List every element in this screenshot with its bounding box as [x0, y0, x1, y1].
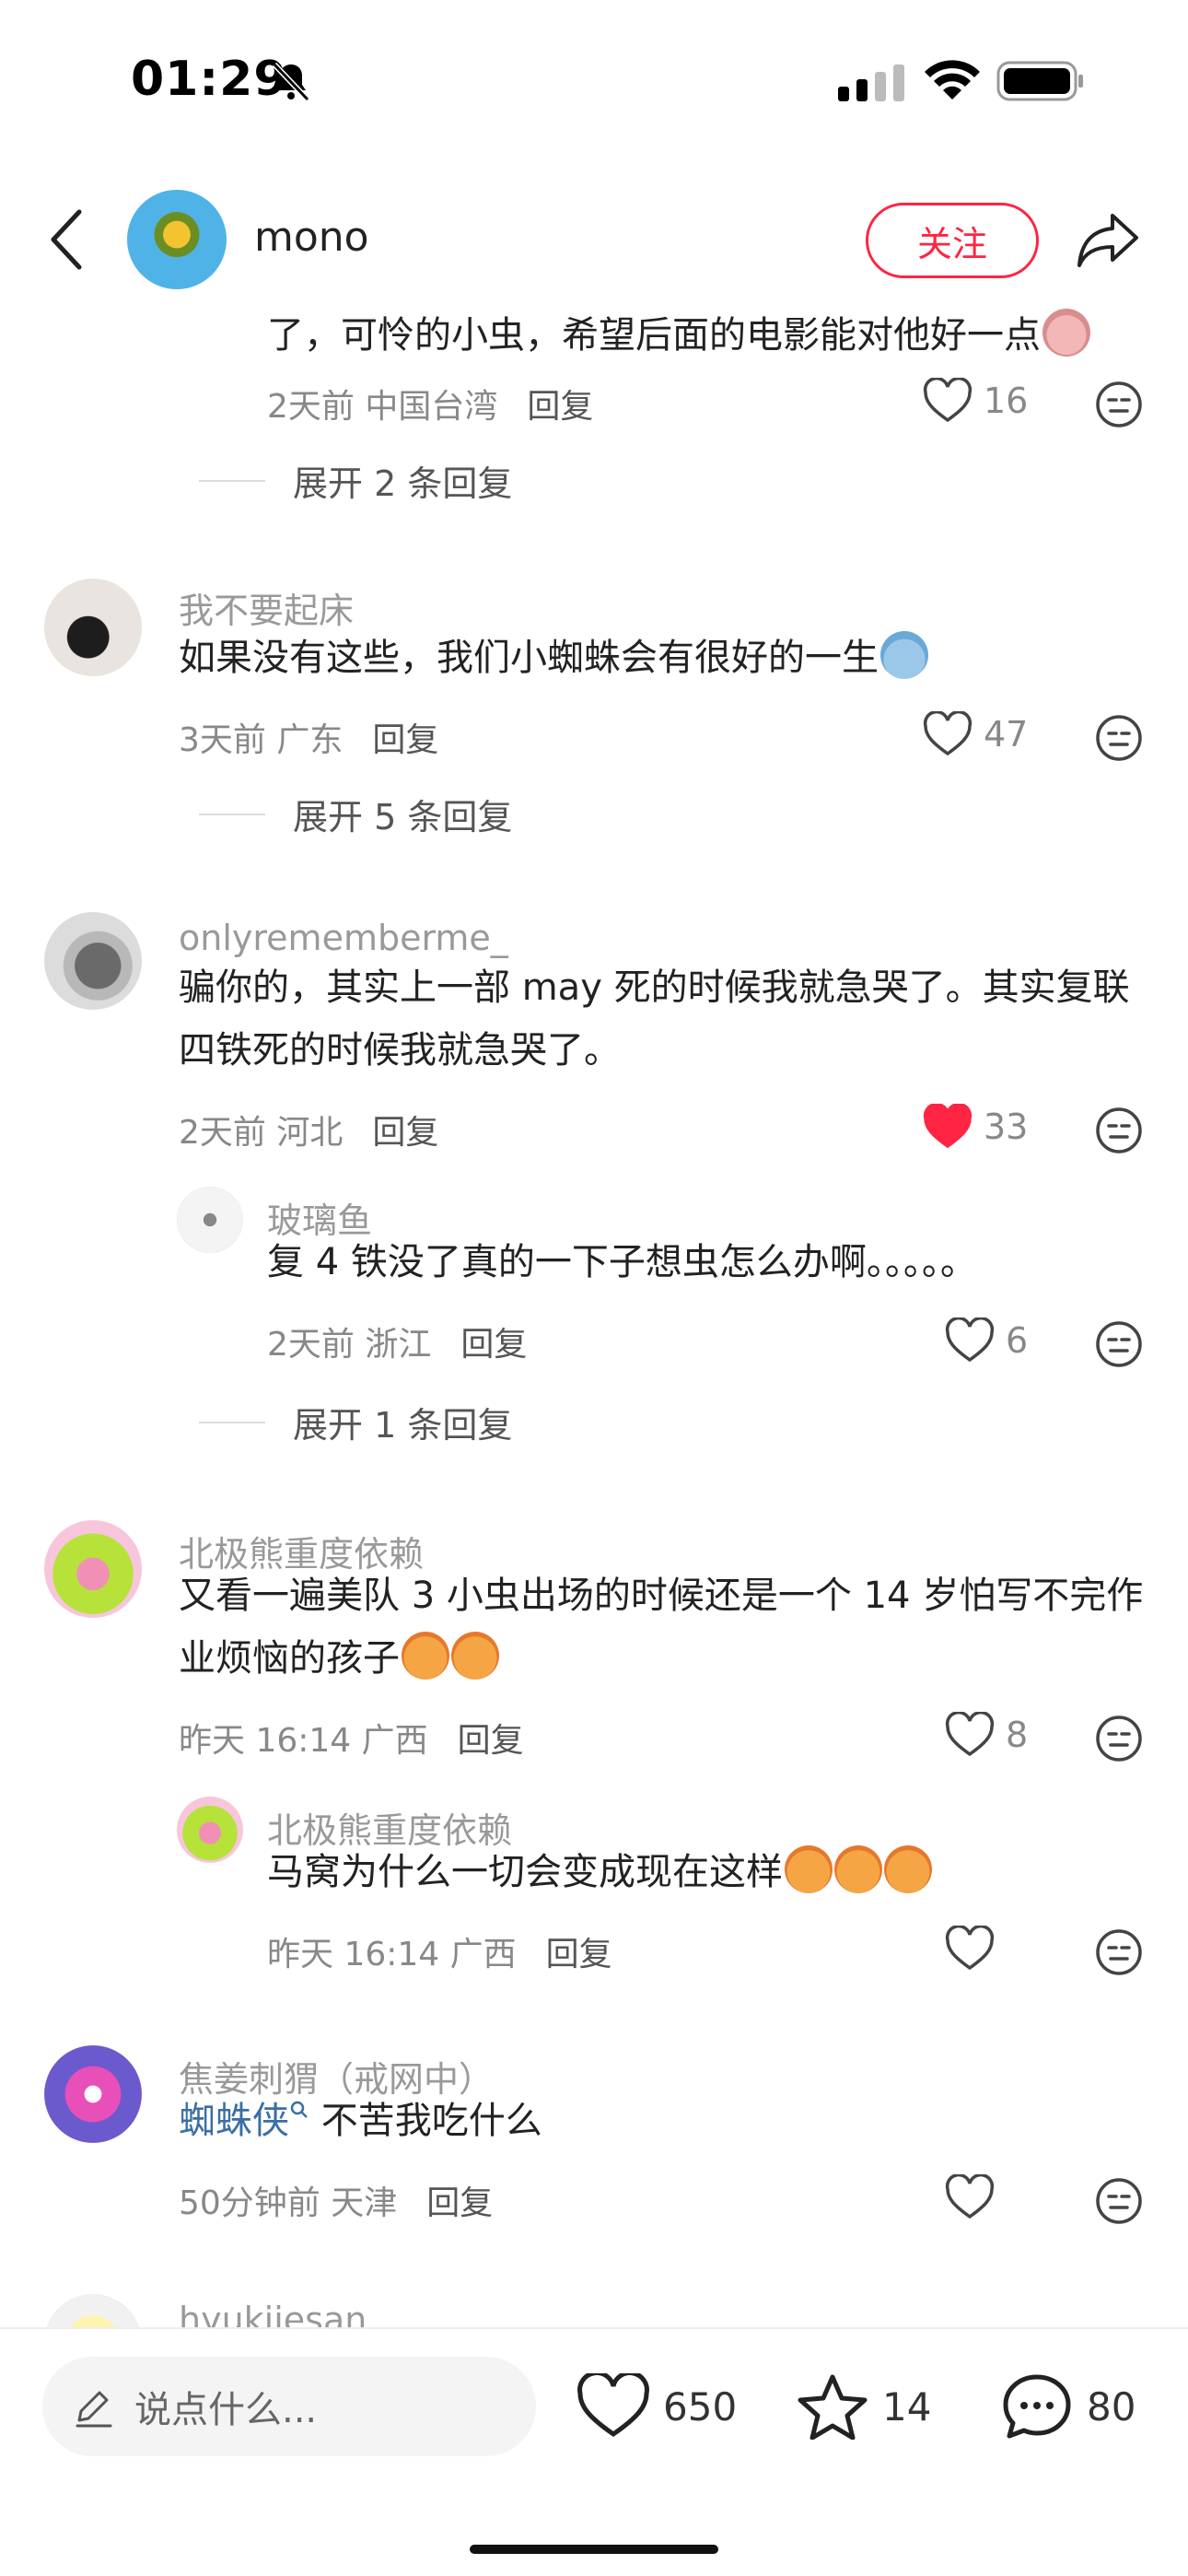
- crying-emoji-icon: [880, 631, 928, 679]
- reply-button[interactable]: 回复: [426, 2184, 493, 2222]
- favorite-button[interactable]: 14: [796, 2373, 931, 2440]
- comment-username[interactable]: onlyrememberme_: [179, 918, 508, 958]
- author-avatar[interactable]: [127, 190, 227, 289]
- heart-icon: [945, 1926, 995, 1971]
- expand-replies-button[interactable]: 展开 5 条回复: [199, 789, 512, 839]
- dislike-face-icon[interactable]: [1094, 1927, 1144, 1977]
- comment-text-line: 骗你的，其实上一部 may 死的时候我就急哭了。其实复联: [179, 966, 1130, 1009]
- status-time: 01:29: [131, 52, 288, 107]
- crying-cat-emoji-icon: [834, 1845, 882, 1893]
- user-avatar[interactable]: [44, 912, 142, 1010]
- dislike-face-icon[interactable]: [1094, 713, 1144, 763]
- comment-text-line: 又看一遍美队 3 小虫出场的时候还是一个 14 岁怕写不完作: [179, 1575, 1144, 1617]
- comment-text: 蜘蛛侠 不苦我吃什么: [179, 2100, 542, 2142]
- like-count: 650: [663, 2383, 738, 2430]
- user-avatar[interactable]: [177, 1797, 243, 1863]
- comment-like-button[interactable]: [945, 2174, 1006, 2220]
- dislike-face-icon[interactable]: [1094, 380, 1144, 429]
- reply-text: 马窝为什么一切会变成现在这样: [267, 1841, 932, 1903]
- expand-replies-button[interactable]: 展开 2 条回复: [199, 455, 512, 506]
- dislike-face-icon[interactable]: [1094, 2176, 1144, 2226]
- heart-filled-icon: [923, 1104, 973, 1149]
- reply-like-button[interactable]: 6: [945, 1317, 1028, 1364]
- divider: [199, 1421, 265, 1423]
- comment-button[interactable]: 80: [1000, 2373, 1136, 2440]
- comment-meta: 2天前 河北 回复: [179, 1114, 439, 1152]
- comment-text: 如果没有这些，我们小蜘蛛会有很好的一生: [179, 626, 928, 689]
- comment-like-button[interactable]: 47: [923, 711, 1028, 757]
- like-button[interactable]: 650: [577, 2373, 737, 2440]
- divider: [199, 479, 265, 482]
- bell-muted-icon: [272, 62, 310, 102]
- comment-username[interactable]: 我不要起床: [179, 582, 354, 633]
- reply-button[interactable]: 回复: [372, 721, 438, 759]
- comment-like-button[interactable]: 16: [923, 378, 1028, 424]
- reply-meta: 2天前 浙江 回复: [267, 1326, 528, 1364]
- comment-username[interactable]: hyukiiesan: [179, 2300, 367, 2327]
- heart-icon: [577, 2373, 649, 2438]
- topic-mention-link[interactable]: 蜘蛛侠: [179, 2100, 289, 2142]
- author-name[interactable]: mono: [254, 214, 369, 261]
- comment-text-line: 四铁死的时候我就急哭了。: [179, 1029, 621, 1071]
- user-avatar[interactable]: [44, 1520, 142, 1618]
- share-icon[interactable]: [1076, 210, 1140, 269]
- comment-meta: 昨天 16:14 广西 回复: [179, 1722, 524, 1760]
- expand-replies-button[interactable]: 展开 1 条回复: [199, 1397, 512, 1447]
- favorite-count: 14: [882, 2383, 932, 2430]
- user-avatar[interactable]: [177, 1187, 243, 1253]
- dislike-face-icon[interactable]: [1094, 1714, 1144, 1763]
- post-header: mono 关注: [0, 175, 1188, 304]
- reply-button[interactable]: 回复: [527, 388, 593, 426]
- dislike-face-icon[interactable]: [1094, 1106, 1144, 1155]
- search-icon: [290, 2101, 308, 2118]
- divider: [199, 813, 265, 815]
- reply-text: 复 4 铁没了真的一下子想虫怎么办啊。。。。。: [267, 1241, 977, 1283]
- home-indicator[interactable]: [470, 2545, 718, 2554]
- heart-icon: [923, 378, 973, 423]
- comment-count: 80: [1087, 2383, 1136, 2430]
- reply-button[interactable]: 回复: [460, 1326, 527, 1364]
- status-bar: 01:29: [0, 0, 1188, 166]
- comment-like-button[interactable]: 8: [945, 1712, 1028, 1758]
- bottom-action-bar: 说点什么... 650 14 80: [0, 2327, 1188, 2576]
- reply-button[interactable]: 回复: [546, 1936, 612, 1973]
- follow-button[interactable]: 关注: [866, 203, 1039, 278]
- battery-icon: [996, 61, 1083, 101]
- back-arrow-icon[interactable]: [46, 208, 87, 271]
- dislike-face-icon[interactable]: [1094, 1319, 1144, 1369]
- reply-button[interactable]: 回复: [458, 1722, 524, 1760]
- crying-cat-emoji-icon: [785, 1845, 833, 1893]
- crying-emoji-icon: [1042, 309, 1090, 357]
- comment-input[interactable]: 说点什么...: [42, 2357, 536, 2456]
- reply-button[interactable]: 回复: [372, 1114, 438, 1152]
- crying-cat-emoji-icon: [884, 1845, 932, 1893]
- comment-input-placeholder: 说点什么...: [134, 2389, 318, 2431]
- heart-icon: [923, 711, 973, 756]
- comment-meta: 3天前 广东 回复: [179, 721, 439, 759]
- crying-cat-emoji-icon: [451, 1632, 499, 1680]
- comment-list[interactable]: 了，可怜的小虫，希望后面的电影能对他好一点 2天前 中国台湾 回复 16 展开 2…: [0, 304, 1188, 2327]
- comment-text: 了，可怜的小虫，希望后面的电影能对他好一点: [267, 304, 1090, 367]
- comment-meta: 50分钟前 天津 回复: [179, 2184, 494, 2222]
- heart-icon: [945, 2174, 995, 2219]
- pencil-icon: [76, 2391, 112, 2428]
- chat-bubble-icon: [1003, 2374, 1071, 2439]
- heart-icon: [945, 1712, 995, 1757]
- user-avatar[interactable]: [44, 579, 142, 676]
- comment-text-line: 业烦恼的孩子: [179, 1627, 499, 1690]
- reply-like-button[interactable]: [945, 1926, 1006, 1972]
- comment-like-button-liked[interactable]: 33: [923, 1104, 1028, 1150]
- star-icon: [798, 2374, 868, 2440]
- user-avatar[interactable]: [44, 2294, 142, 2327]
- crying-cat-emoji-icon: [402, 1632, 449, 1680]
- comment-meta: 2天前 中国台湾 回复: [267, 388, 594, 426]
- heart-icon: [945, 1317, 995, 1363]
- cellular-signal-icon: [838, 64, 904, 101]
- wifi-icon: [925, 60, 980, 100]
- user-avatar[interactable]: [44, 2045, 142, 2143]
- reply-meta: 昨天 16:14 广西 回复: [267, 1936, 612, 1973]
